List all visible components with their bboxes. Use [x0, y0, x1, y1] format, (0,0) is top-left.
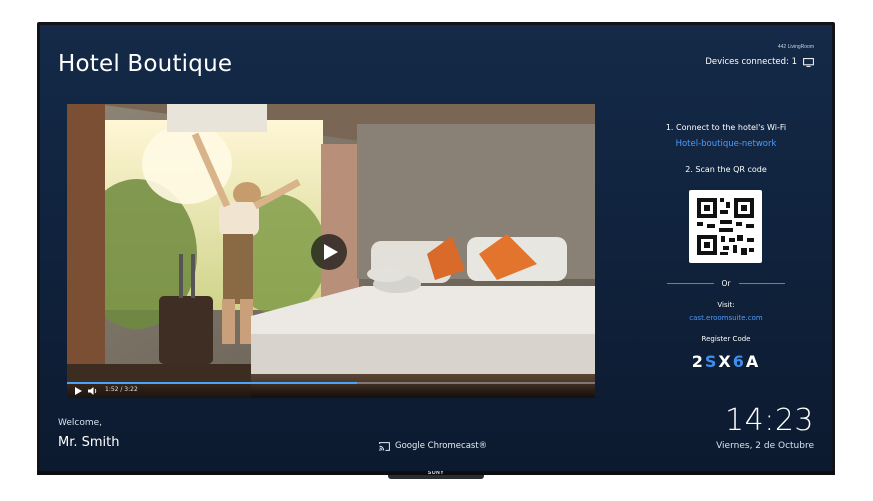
progress-track[interactable] [67, 382, 595, 384]
devices-connected: Devices connected: 1 [705, 57, 814, 67]
register-code-char: A [745, 352, 761, 371]
register-code-label: Register Code [701, 335, 751, 343]
volume-icon[interactable] [88, 387, 98, 395]
clock: 14:23 [725, 403, 814, 438]
date: Viernes, 2 de Octubre [716, 441, 814, 451]
qr-code[interactable] [689, 190, 762, 263]
visit-label: Visit: [717, 301, 735, 309]
progress-fill [67, 382, 358, 384]
video-player[interactable]: 1:52 / 3:22 [67, 104, 595, 398]
tv-screen: Hotel Boutique 442 LivingRoom Devices co… [40, 25, 832, 471]
cast-icon [379, 441, 390, 451]
guest-name: Mr. Smith [58, 435, 120, 450]
devices-connected-label: Devices connected: 1 [705, 57, 797, 67]
chromecast-label: Google Chromecast® [379, 441, 487, 451]
tv-stand [388, 475, 484, 479]
wifi-network-name: Hotel-boutique-network [675, 139, 777, 149]
chromecast-text: Google Chromecast® [395, 441, 488, 451]
register-code-char: 2 [691, 352, 705, 371]
video-controls: 1:52 / 3:22 [67, 382, 595, 398]
page-title: Hotel Boutique [58, 51, 233, 77]
register-code-char: S [704, 352, 719, 371]
play-icon [323, 244, 338, 260]
play-button[interactable] [311, 234, 347, 270]
visit-url-link[interactable]: cast.eroomsuite.com [595, 314, 832, 322]
or-text: Or [721, 278, 731, 288]
step-connect-wifi: 1. Connect to the hotel's Wi-Fi [665, 123, 787, 132]
register-code-char: X [718, 352, 733, 371]
room-label: 442 LivingRoom [777, 44, 814, 50]
or-divider: Or [667, 277, 785, 289]
register-code-char: 6 [732, 352, 746, 371]
divider-line [738, 282, 785, 284]
register-code: 2SX6A [595, 352, 832, 371]
step-scan-qr: 2. Scan the QR code [685, 165, 767, 174]
divider-line [667, 282, 714, 284]
welcome-label: Welcome, [58, 418, 103, 428]
video-time: 1:52 / 3:22 [105, 386, 138, 393]
monitor-icon [803, 57, 814, 67]
control-play-icon[interactable] [74, 387, 82, 395]
